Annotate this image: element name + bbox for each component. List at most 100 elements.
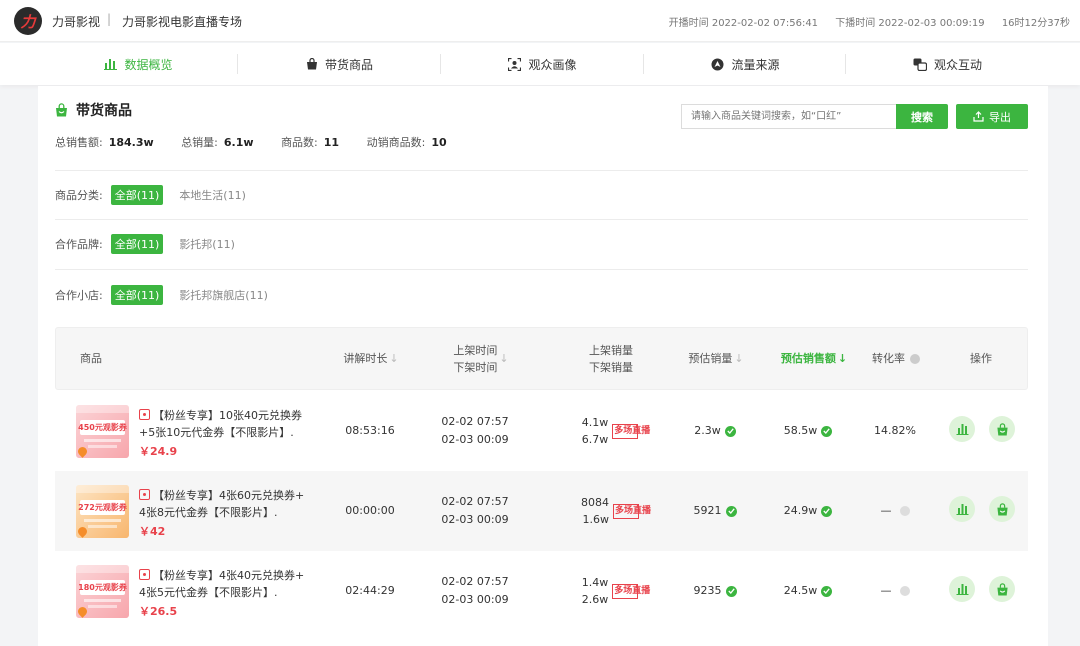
tab-audience-interaction[interactable]: 观众互动 xyxy=(846,43,1049,85)
explain-duration: 02:44:29 xyxy=(345,584,395,597)
col-est-volume[interactable]: 预估销量 ↓ xyxy=(676,328,756,389)
section-title-text: 带货商品 xyxy=(76,103,132,119)
top-bar: 力 力哥影视 | 力哥影视电影直播专场 开播时间 2022-02-02 07:5… xyxy=(0,0,1080,42)
analytics-button[interactable] xyxy=(949,576,975,602)
multi-live-badge: 多场直播 xyxy=(612,583,650,599)
est-sales: 24.9w xyxy=(763,471,853,551)
info-icon[interactable] xyxy=(910,353,920,364)
search-button[interactable]: 搜索 xyxy=(896,104,948,129)
thumbnail-coupon-text: 450元观影券 xyxy=(78,420,127,435)
tab-data-overview[interactable]: 数据概览 xyxy=(37,43,240,85)
flame-icon xyxy=(76,605,89,618)
tab-label: 数据概览 xyxy=(124,57,173,72)
verified-check-icon xyxy=(821,585,833,597)
filter-brand-all[interactable]: 全部(11) xyxy=(110,234,164,254)
tab-label: 观众画像 xyxy=(528,57,577,72)
multi-live-badge: 多场直播 xyxy=(613,503,651,519)
table-header: 商品 讲解时长 ↓ 上架时间 下架时间 ↓ 上架销量 下架销量 预估销量 ↓ 预估销… xyxy=(55,327,1028,390)
export-icon xyxy=(973,111,984,122)
product-title[interactable]: 【粉丝专享】4张40元兑换券+ 4张5元代金券【不限影片】. xyxy=(139,567,319,601)
filter-brand: 合作品牌: 全部(11) 影托邦(11) xyxy=(55,234,235,254)
col-est-sales[interactable]: 预估销售额 ↓ xyxy=(764,328,864,389)
product-price: ￥26.5 xyxy=(139,605,178,618)
filter-label: 合作品牌: xyxy=(55,238,103,251)
live-time-info: 开播时间 2022-02-02 07:56:41 下播时间 2022-02-03… xyxy=(655,14,1070,29)
filter-shop-option[interactable]: 影托邦旗舰店(11) xyxy=(179,287,268,303)
product-price: ￥42 xyxy=(139,525,166,538)
export-button[interactable]: 导出 xyxy=(956,104,1028,129)
shopping-bag-icon xyxy=(55,103,68,117)
product-title[interactable]: 【粉丝专享】4张60元兑换券+ 4张8元代金券【不限影片】. xyxy=(139,487,319,521)
shop-icon xyxy=(139,489,150,500)
export-label: 导出 xyxy=(989,110,1011,124)
info-icon[interactable] xyxy=(899,586,910,596)
shop-icon xyxy=(139,409,150,420)
stat-moving-product-count: 动销商品数: 10 xyxy=(366,136,447,149)
stat-total-volume: 总销量: 6.1w xyxy=(181,136,254,149)
product-thumbnail[interactable]: 272元观影券 xyxy=(76,485,129,538)
flame-icon xyxy=(76,445,89,458)
tab-audience-portrait[interactable]: 观众画像 xyxy=(441,43,644,85)
product-price: ￥24.9 xyxy=(139,445,178,458)
analytics-button[interactable] xyxy=(949,496,975,522)
filter-shop: 合作小店: 全部(11) 影托邦旗舰店(11) xyxy=(55,285,268,305)
live-title: 力哥影视电影直播专场 xyxy=(122,15,243,29)
est-volume: 2.3w xyxy=(675,391,755,471)
est-volume: 9235 xyxy=(675,551,755,631)
shop-icon xyxy=(139,569,150,580)
live-duration: 16时12分37秒 xyxy=(1001,18,1070,29)
filter-brand-option[interactable]: 影托邦(11) xyxy=(179,236,235,252)
sort-arrow-icon: ↓ xyxy=(837,352,848,365)
est-volume: 5921 xyxy=(675,471,755,551)
filter-shop-all[interactable]: 全部(11) xyxy=(110,285,164,305)
tab-label: 流量来源 xyxy=(731,57,780,72)
filter-label: 商品分类: xyxy=(55,189,103,202)
shopping-bag-icon xyxy=(996,422,1008,436)
table-row: 180元观影券 【粉丝专享】4张40元兑换券+ 4张5元代金券【不限影片】. ￥… xyxy=(55,551,1028,631)
table-row: 450元观影券 【粉丝专享】10张40元兑换券 +5张10元代金券【不限影片】.… xyxy=(55,391,1028,471)
divider xyxy=(55,219,1028,220)
compass-icon xyxy=(711,58,724,71)
products-card: 带货商品 总销售额: 184.3w 总销量: 6.1w 商品数: 11 动销商品数: 1… xyxy=(38,86,1048,646)
section-title: 带货商品 xyxy=(55,100,132,120)
sort-arrow-icon: ↓ xyxy=(499,352,509,365)
col-duration[interactable]: 讲解时长 ↓ xyxy=(326,328,416,389)
col-shelf-time[interactable]: 上架时间 下架时间 ↓ xyxy=(426,328,536,389)
est-sales: 24.5w xyxy=(763,551,853,631)
anchor-name[interactable]: 力哥影视 xyxy=(52,13,100,30)
col-product: 商品 xyxy=(80,352,102,365)
filter-label: 合作小店: xyxy=(55,289,103,302)
filter-category-local-life[interactable]: 本地生活(11) xyxy=(179,187,246,203)
info-icon[interactable] xyxy=(899,506,910,516)
explain-duration: 00:00:00 xyxy=(345,504,395,517)
verified-check-icon xyxy=(821,505,833,517)
product-detail-button[interactable] xyxy=(989,416,1015,442)
divider xyxy=(55,170,1028,171)
product-detail-button[interactable] xyxy=(989,576,1015,602)
tab-products[interactable]: 带货商品 xyxy=(238,43,441,85)
verified-check-icon xyxy=(725,585,737,597)
conversion-rate: 14.82% xyxy=(874,424,916,437)
product-title[interactable]: 【粉丝专享】10张40元兑换券 +5张10元代金券【不限影片】. xyxy=(139,407,319,441)
product-search-input[interactable] xyxy=(681,104,896,129)
product-thumbnail[interactable]: 450元观影券 xyxy=(76,405,129,458)
tab-traffic-source[interactable]: 流量来源 xyxy=(644,43,847,85)
product-thumbnail[interactable]: 180元观影券 xyxy=(76,565,129,618)
product-detail-button[interactable] xyxy=(989,496,1015,522)
tab-label: 观众互动 xyxy=(933,57,982,72)
shopping-bag-icon xyxy=(306,58,318,70)
verified-check-icon xyxy=(821,425,833,437)
tab-bar: 数据概览 带货商品 观众画像 流量来源 观众互动 xyxy=(0,43,1080,85)
user-portrait-icon xyxy=(508,57,522,71)
bar-chart-icon xyxy=(956,584,968,595)
analytics-button[interactable] xyxy=(949,416,975,442)
start-time: 开播时间 2022-02-02 07:56:41 xyxy=(668,18,819,29)
bar-chart-icon xyxy=(956,424,968,435)
multi-live-badge: 多场直播 xyxy=(612,423,650,439)
anchor-logo: 力 xyxy=(14,7,42,35)
filter-category-all[interactable]: 全部(11) xyxy=(110,185,164,205)
conversion-rate: — xyxy=(860,551,930,631)
verified-check-icon xyxy=(724,425,736,437)
col-action: 操作 xyxy=(970,352,992,365)
shelf-times: 02-02 07:57 02-03 00:09 xyxy=(441,575,509,606)
